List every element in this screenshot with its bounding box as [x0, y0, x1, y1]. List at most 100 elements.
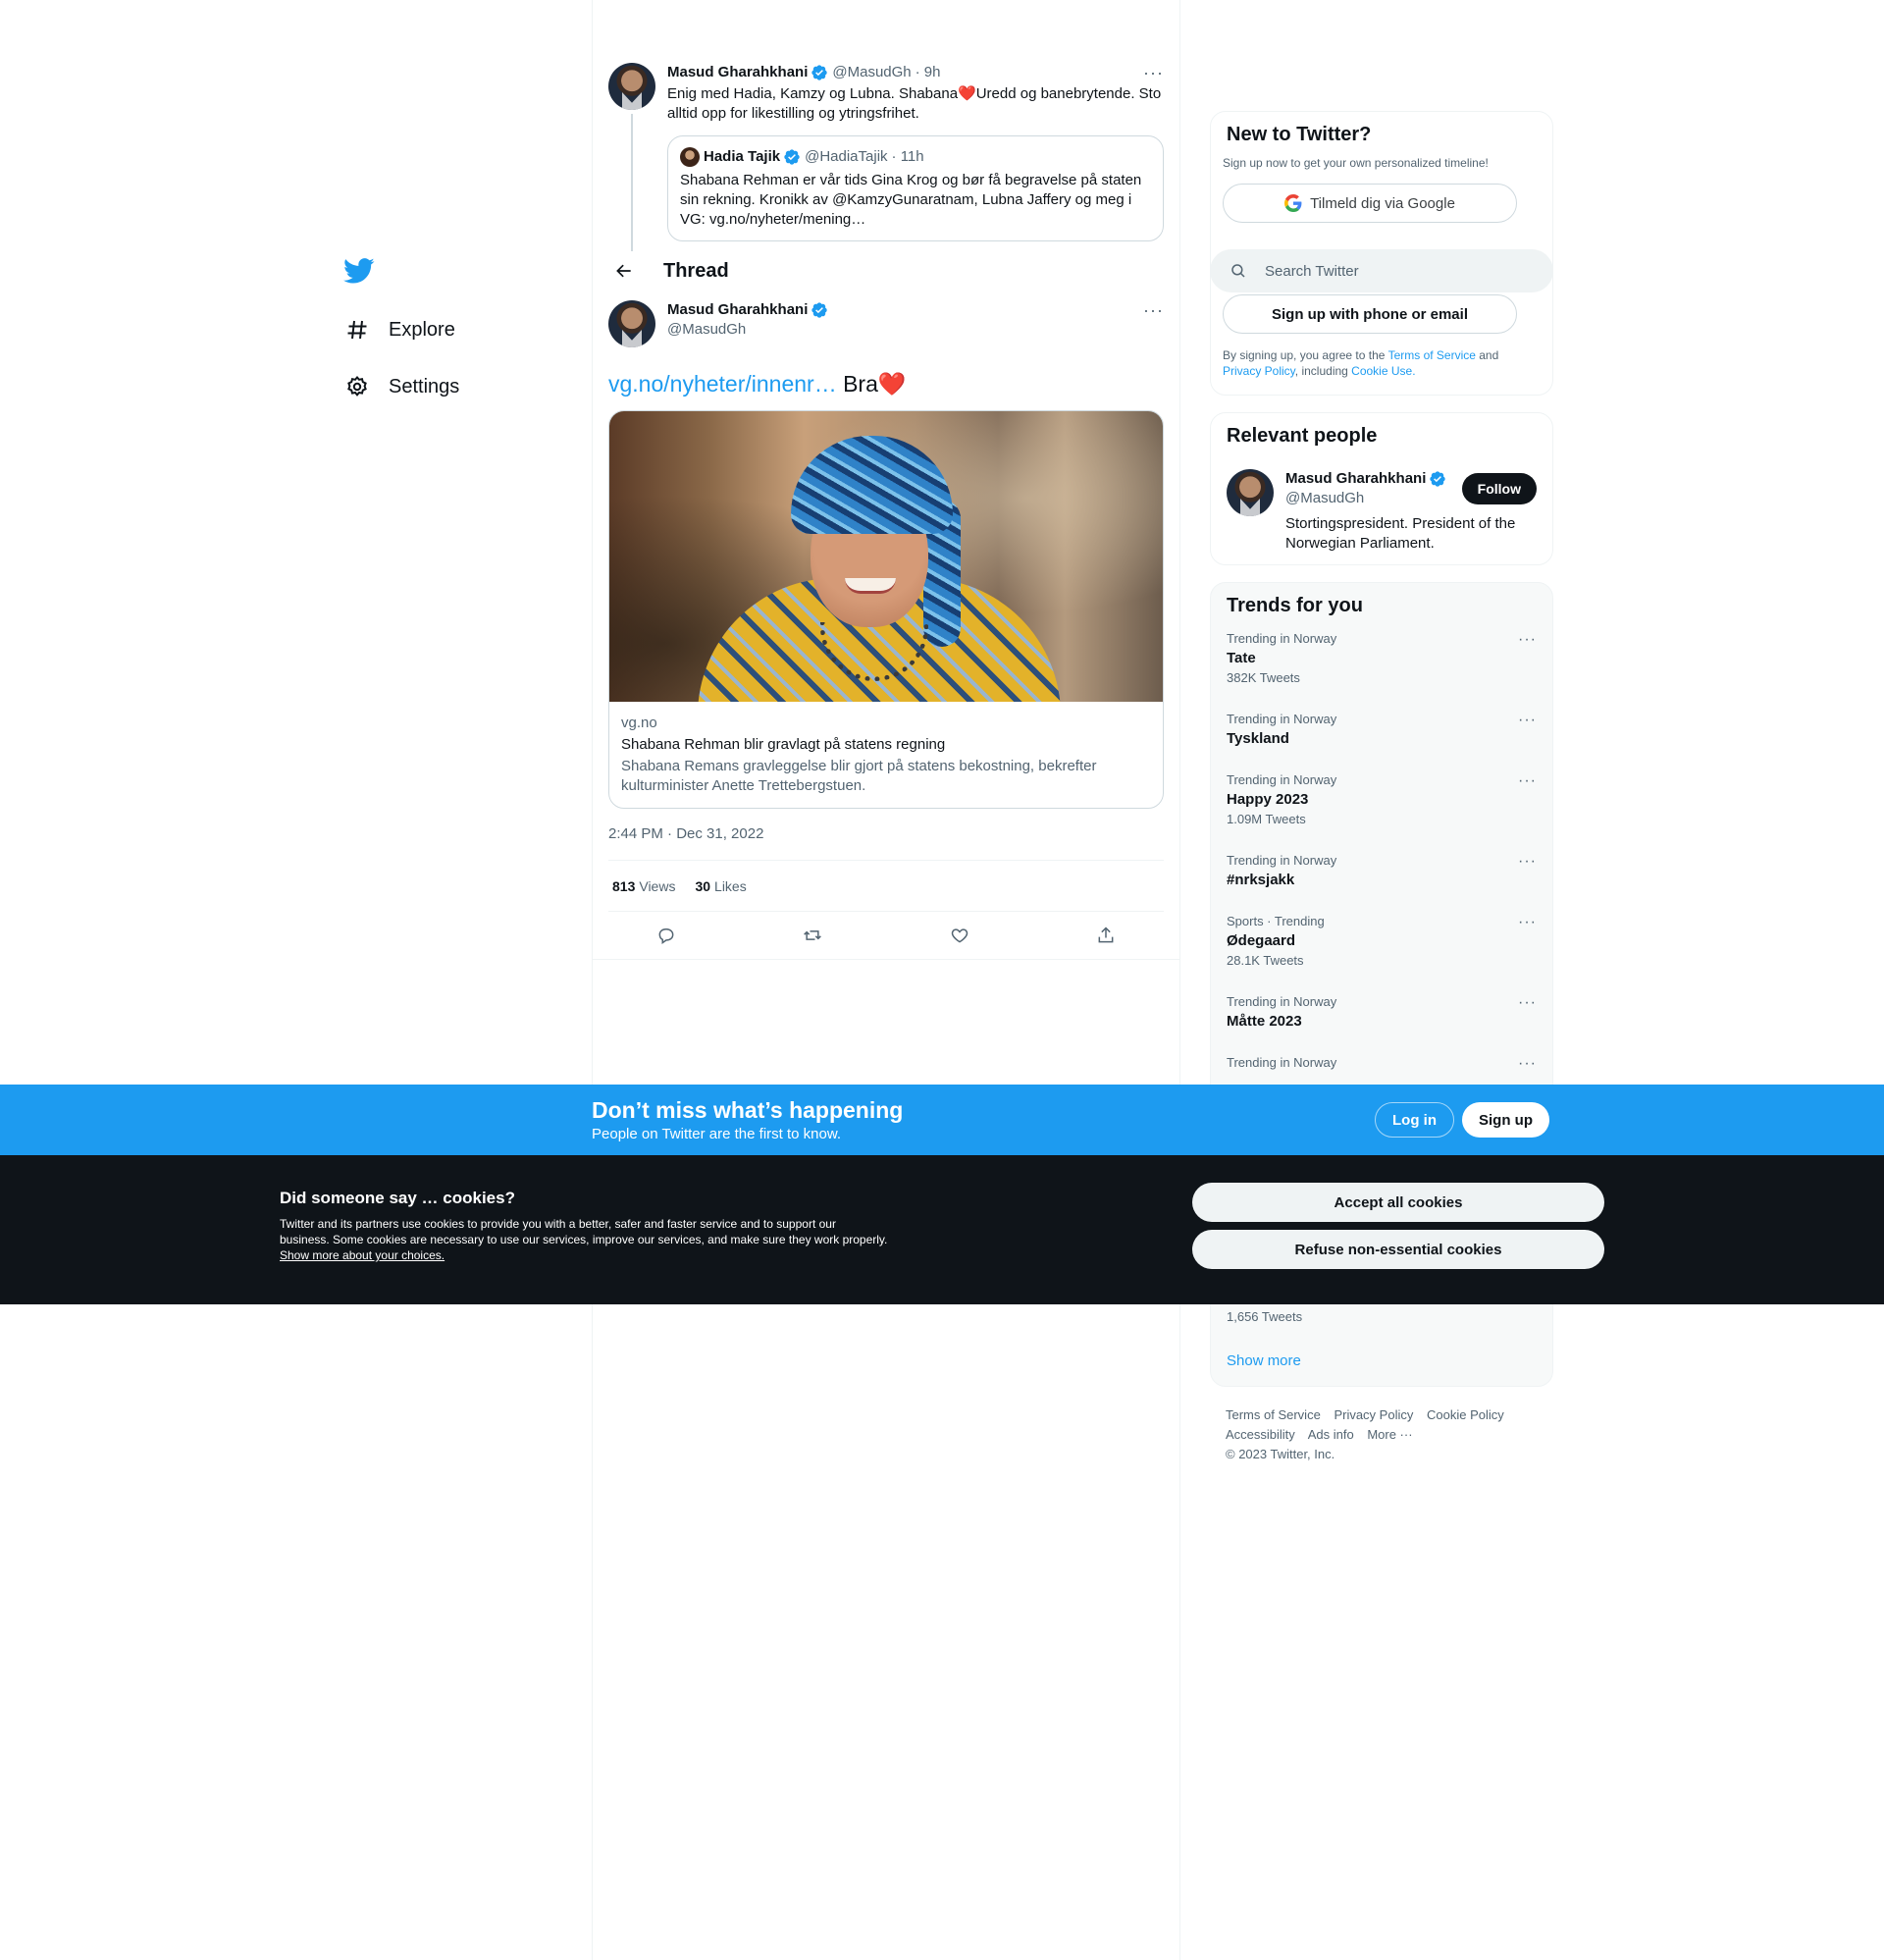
trend-item[interactable]: Trending in Norway Tate 382K Tweets ···: [1227, 631, 1537, 698]
follow-button[interactable]: Follow: [1461, 473, 1537, 504]
avatar[interactable]: [608, 300, 655, 347]
views-label: Views: [639, 877, 676, 894]
quote-author-name: Hadia Tajik: [704, 148, 781, 165]
footer-link-cookie[interactable]: Cookie Policy: [1427, 1407, 1504, 1422]
trend-meta: Trending in Norway: [1227, 853, 1337, 868]
reply-icon[interactable]: [650, 919, 683, 952]
trend-item[interactable]: Trending in Norway #nrksjakk ···: [1227, 853, 1537, 900]
quote-header: Hadia Tajik @HadiaTajik · 11h: [680, 147, 1151, 167]
nav-label-explore: Explore: [389, 318, 455, 341]
google-icon: [1284, 194, 1302, 212]
search-bar[interactable]: Search Twitter: [1210, 249, 1553, 292]
thread-header: Thread: [593, 251, 1179, 291]
banner-title: Don’t miss what’s happening: [592, 1097, 904, 1123]
nav-item-explore[interactable]: Explore: [343, 308, 569, 351]
heart-emoji: ❤️: [877, 371, 907, 397]
footer-link-ads[interactable]: Ads info: [1308, 1427, 1354, 1442]
verified-badge-icon: [811, 302, 828, 318]
author-name[interactable]: Masud Gharahkhani: [667, 300, 808, 320]
main-tweet-header: Masud Gharahkhani @MasudGh ···: [608, 300, 1164, 347]
tweet-text-part: Enig med Hadia, Kamzy og Lubna. Shabana: [667, 85, 959, 102]
relevant-person[interactable]: Masud Gharahkhani @MasudGh Stortingspres…: [1227, 469, 1537, 554]
trend-count: 1.09M Tweets: [1227, 812, 1306, 826]
verified-badge-icon: [811, 65, 828, 80]
cookie-use-link[interactable]: Cookie Use.: [1351, 364, 1415, 378]
terms-link[interactable]: Terms of Service: [1388, 348, 1476, 362]
footer-link-more[interactable]: More ···: [1367, 1427, 1412, 1442]
trend-meta: Sports · Trending: [1227, 914, 1325, 928]
person-name[interactable]: Masud Gharahkhani: [1285, 469, 1426, 489]
hashtag-icon: [343, 316, 371, 344]
show-more-link[interactable]: Show more: [1227, 1352, 1301, 1369]
cookie-choices-link[interactable]: Show more about your choices.: [280, 1248, 445, 1262]
more-options-icon[interactable]: ···: [1143, 300, 1164, 321]
more-options-icon[interactable]: ···: [1518, 1055, 1537, 1073]
link-card[interactable]: vg.no Shabana Rehman blir gravlagt på st…: [608, 410, 1164, 809]
like-icon[interactable]: [943, 919, 976, 952]
tweet-stats: 813 Views 30 Likes: [608, 861, 1164, 912]
author-handle[interactable]: @MasudGh: [832, 63, 911, 82]
more-options-icon[interactable]: ···: [1518, 853, 1537, 871]
signup-button[interactable]: Sign up: [1462, 1102, 1549, 1138]
author-handle[interactable]: @MasudGh: [667, 320, 832, 340]
footer-link-terms[interactable]: Terms of Service: [1226, 1407, 1321, 1422]
tweet-time[interactable]: · 9h: [916, 63, 941, 82]
more-options-icon[interactable]: ···: [1518, 631, 1537, 649]
privacy-link[interactable]: Privacy Policy: [1223, 364, 1295, 378]
trend-topic: Happy 2023: [1227, 791, 1309, 808]
phone-email-signup-button[interactable]: Sign up with phone or email: [1223, 294, 1517, 334]
trend-topic: Ødegaard: [1227, 932, 1296, 949]
search-input[interactable]: Search Twitter: [1265, 263, 1359, 280]
back-arrow-icon[interactable]: [604, 251, 644, 291]
author-block: Masud Gharahkhani @MasudGh: [667, 300, 832, 347]
gear-icon: [343, 373, 371, 400]
accept-cookies-button[interactable]: Accept all cookies: [1192, 1183, 1604, 1222]
trend-topic: Tyskland: [1227, 730, 1289, 747]
trend-topic: #nrksjakk: [1227, 872, 1295, 888]
cookie-description: Twitter and its partners use cookies to …: [280, 1216, 888, 1263]
likes-count[interactable]: 30: [695, 878, 710, 894]
tweet-link[interactable]: vg.no/nyheter/innenr…: [608, 371, 837, 397]
trend-item[interactable]: Trending in Norway Tyskland ···: [1227, 712, 1537, 759]
cookie-text: Twitter and its partners use cookies to …: [280, 1217, 888, 1246]
quoted-tweet[interactable]: Hadia Tajik @HadiaTajik · 11h Shabana Re…: [667, 135, 1164, 241]
trend-meta: Trending in Norway: [1227, 994, 1337, 1009]
person-bio: Stortingspresident. President of the Nor…: [1285, 515, 1516, 552]
twitter-bird-icon[interactable]: [343, 255, 375, 287]
trend-topic: Måtte 2023: [1227, 1013, 1302, 1030]
left-nav: Explore Settings: [343, 255, 569, 422]
avatar[interactable]: [608, 63, 655, 110]
trend-count: 28.1K Tweets: [1227, 953, 1304, 968]
trend-item[interactable]: Trending in Norway Happy 2023 1.09M Twee…: [1227, 772, 1537, 839]
retweet-icon[interactable]: [796, 919, 829, 952]
more-options-icon[interactable]: ···: [1518, 772, 1537, 790]
more-options-icon[interactable]: ···: [1518, 712, 1537, 729]
share-icon[interactable]: [1089, 919, 1123, 952]
google-signup-label: Tilmeld dig via Google: [1310, 194, 1455, 212]
footer-link-accessibility[interactable]: Accessibility: [1226, 1427, 1295, 1442]
relevant-people-panel: Relevant people Masud Gharahkhani @Masud…: [1210, 412, 1553, 565]
footer-link-privacy[interactable]: Privacy Policy: [1334, 1407, 1413, 1422]
trend-item[interactable]: Sports · Trending Ødegaard 28.1K Tweets …: [1227, 914, 1537, 980]
card-title: Shabana Rehman blir gravlagt på statens …: [621, 736, 946, 753]
more-options-icon[interactable]: ···: [1518, 914, 1537, 931]
more-options-icon[interactable]: ···: [1518, 994, 1537, 1012]
legal-text: By signing up, you agree to the: [1223, 348, 1388, 362]
previous-tweet[interactable]: Masud Gharahkhani @MasudGh · 9h ··· Enig…: [608, 63, 1164, 291]
nav-item-settings[interactable]: Settings: [343, 365, 569, 408]
login-button[interactable]: Log in: [1375, 1102, 1454, 1138]
tweet-header: Masud Gharahkhani @MasudGh · 9h: [667, 63, 1164, 82]
card-domain: vg.no: [621, 715, 657, 731]
trend-item[interactable]: Trending in Norway Måtte 2023 ···: [1227, 994, 1537, 1041]
trend-topic: Tate: [1227, 650, 1256, 666]
verified-badge-icon: [784, 149, 800, 165]
trend-count: 382K Tweets: [1227, 670, 1300, 685]
tweet-timestamp[interactable]: 2:44 PM · Dec 31, 2022: [608, 824, 1164, 861]
likes-label[interactable]: Likes: [714, 878, 747, 894]
more-options-icon[interactable]: ···: [1143, 63, 1164, 83]
avatar[interactable]: [1227, 469, 1274, 554]
author-name[interactable]: Masud Gharahkhani: [667, 63, 808, 82]
refuse-cookies-button[interactable]: Refuse non-essential cookies: [1192, 1230, 1604, 1269]
google-signup-button[interactable]: Tilmeld dig via Google: [1223, 184, 1517, 223]
tweet-text: Enig med Hadia, Kamzy og Lubna. Shabana❤…: [667, 84, 1164, 124]
